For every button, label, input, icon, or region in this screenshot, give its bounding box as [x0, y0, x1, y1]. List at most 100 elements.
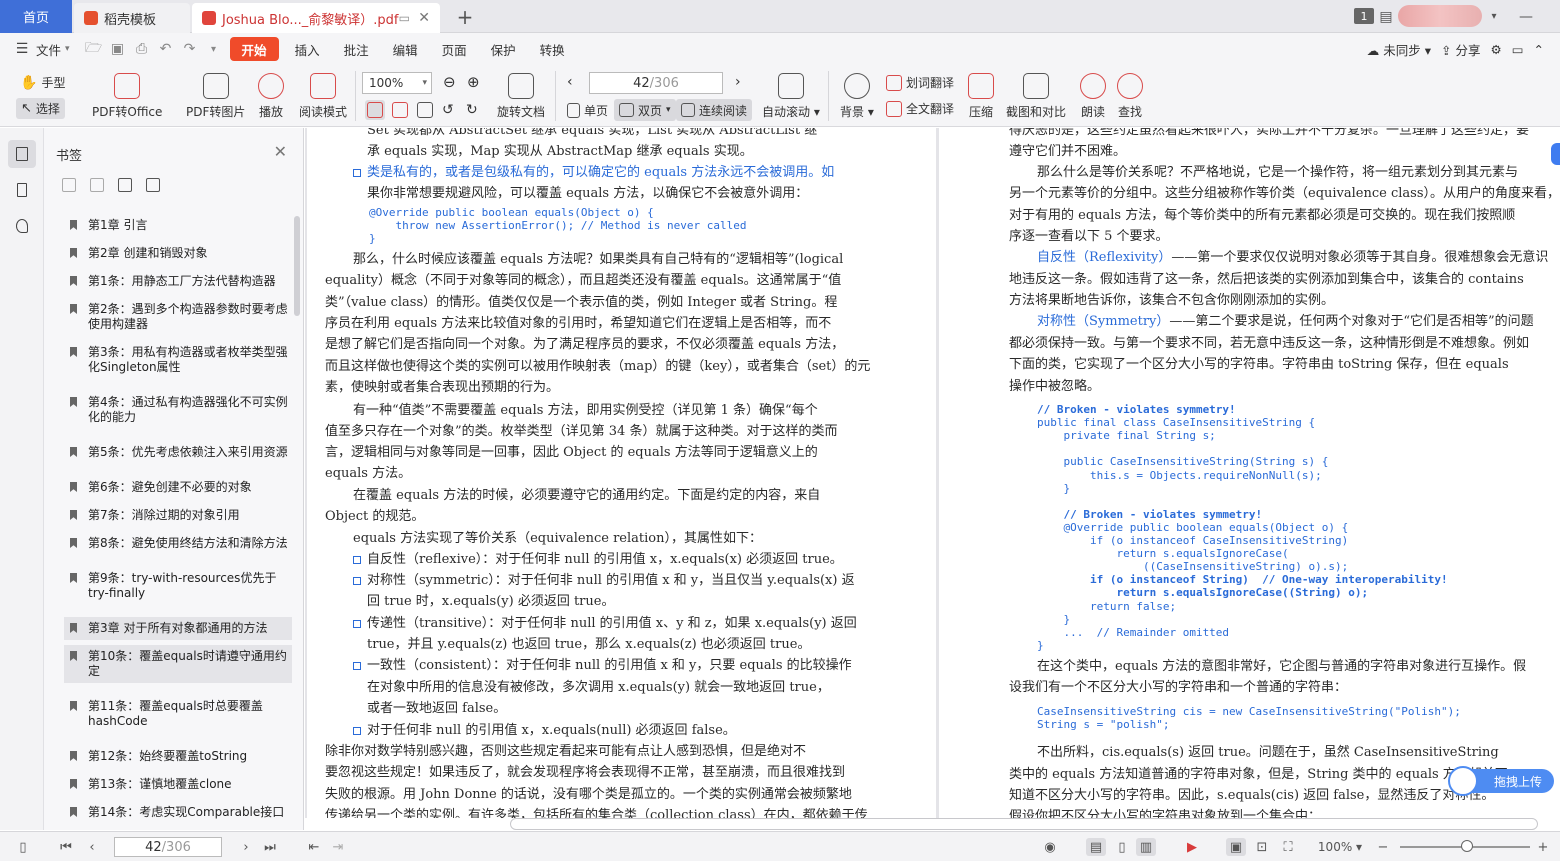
- back-icon[interactable]: ⇤: [306, 838, 322, 856]
- save-icon[interactable]: ▣: [106, 37, 130, 61]
- comment-icon[interactable]: ▭: [1512, 42, 1524, 57]
- fit-page-icon[interactable]: ⊡: [1252, 838, 1272, 856]
- last-page-icon[interactable]: ⏭: [262, 838, 278, 856]
- side-tool-tab[interactable]: [1551, 143, 1560, 165]
- bookmark-item[interactable]: 第3条：用私有构造器或者枚举类型强化Singleton属性: [64, 341, 292, 379]
- hand-tool[interactable]: ✋ 手型: [20, 74, 65, 91]
- cloud-upload-icon[interactable]: [1448, 766, 1478, 796]
- quick-access-menu-icon[interactable]: ▾: [202, 37, 226, 61]
- play-icon[interactable]: ▶: [1182, 838, 1202, 856]
- menu-file[interactable]: 文件 ▾: [34, 37, 82, 61]
- bookmark-item[interactable]: 第10条：覆盖equals时请遵守通用约定: [64, 645, 292, 683]
- pdf-to-image-button[interactable]: PDF转图片: [186, 73, 245, 120]
- bookmark-item[interactable]: 第1章 引言: [64, 214, 292, 237]
- bookmark-item[interactable]: 第2章 创建和销毁对象: [64, 242, 292, 265]
- window-layout-icon[interactable]: ▤: [1378, 0, 1394, 33]
- annotation-panel-button[interactable]: [8, 212, 36, 240]
- menu-protect[interactable]: 保护: [479, 37, 528, 61]
- single-page-view-icon[interactable]: ▤: [1086, 838, 1106, 856]
- bookmark-item[interactable]: 第4条：通过私有构造器强化不可实例化的能力: [64, 391, 292, 429]
- rotate-right-icon[interactable]: ↻: [466, 102, 478, 118]
- bookmark-item[interactable]: 第6条：避免创建不必要的对象: [64, 476, 292, 499]
- read-mode-button[interactable]: 阅读模式: [299, 73, 347, 120]
- status-zoom[interactable]: 100% ▾: [1316, 838, 1364, 856]
- menu-page[interactable]: 页面: [430, 37, 479, 61]
- zoom-out-icon[interactable]: −: [1376, 838, 1390, 856]
- bookmark-item[interactable]: 第14条：考虑实现Comparable接口: [64, 801, 292, 824]
- bookmark-panel-button[interactable]: [8, 140, 36, 168]
- bookmark-item[interactable]: 第9条：try-with-resources优先于try-finally: [64, 567, 292, 605]
- next-page-icon[interactable]: ›: [238, 838, 254, 856]
- status-page-input[interactable]: 42/306: [114, 837, 222, 857]
- fit-page-button[interactable]: [392, 102, 408, 118]
- menu-start[interactable]: 开始: [229, 37, 279, 61]
- menu-annotate[interactable]: 批注: [332, 37, 381, 61]
- bookmark-options-icon[interactable]: [146, 178, 160, 192]
- bookmark-item[interactable]: 第5条：优先考虑依赖注入来引用资源: [64, 441, 292, 464]
- zoom-slider-knob[interactable]: [1461, 840, 1473, 852]
- sync-status[interactable]: ☁ 未同步 ▾: [1367, 40, 1431, 59]
- continuous-read-toggle[interactable]: 连续阅读: [676, 99, 753, 121]
- double-page-view-icon[interactable]: ▥: [1136, 838, 1156, 856]
- eye-protect-icon[interactable]: ◉: [1040, 838, 1060, 856]
- open-folder-icon[interactable]: 🗁: [82, 37, 106, 61]
- forward-icon[interactable]: ⇥: [330, 838, 346, 856]
- auto-scroll-button[interactable]: 自动滚动 ▾: [762, 73, 820, 120]
- prev-page-icon[interactable]: ‹: [84, 838, 100, 856]
- zoom-out-icon[interactable]: ⊖: [443, 73, 456, 91]
- menu-insert[interactable]: 插入: [283, 37, 332, 61]
- background-button[interactable]: 背景 ▾: [840, 73, 874, 120]
- sidebar-toggle-icon[interactable]: ▯: [14, 838, 32, 856]
- tab-templates[interactable]: 稻壳模板: [74, 3, 190, 33]
- print-icon[interactable]: ⎙: [130, 37, 154, 61]
- redo-icon[interactable]: ↷: [178, 37, 202, 61]
- read-aloud-button[interactable]: 朗读: [1080, 73, 1106, 120]
- bookmark-item[interactable]: 第11条：覆盖equals时总要覆盖hashCode: [64, 695, 292, 733]
- expand-all-icon[interactable]: [62, 178, 76, 192]
- rotate-left-icon[interactable]: ↺: [442, 102, 454, 118]
- bookmark-item[interactable]: 第12条：始终要覆盖toString: [64, 745, 292, 768]
- hamburger-icon[interactable]: ☰: [10, 37, 34, 61]
- prev-page-icon[interactable]: ‹: [567, 74, 573, 90]
- bookmark-item[interactable]: 第7条：消除过期的对象引用: [64, 504, 292, 527]
- tab-home[interactable]: 首页: [0, 0, 72, 33]
- page-number-input[interactable]: 42/306: [589, 72, 723, 94]
- close-icon[interactable]: ✕: [274, 142, 287, 161]
- bookmark-item[interactable]: 第1条：用静态工厂方法代替构造器: [64, 270, 292, 293]
- share-button[interactable]: ⇪ 分享: [1441, 40, 1480, 59]
- horizontal-scrollbar[interactable]: [510, 818, 1538, 830]
- first-page-icon[interactable]: ⏮: [58, 838, 74, 856]
- add-bookmark-icon[interactable]: [118, 178, 132, 192]
- zoom-select[interactable]: 100% ▾: [362, 72, 432, 94]
- next-page-icon[interactable]: ›: [735, 74, 741, 90]
- single-page-toggle[interactable]: 单页: [562, 99, 613, 121]
- bookmark-item[interactable]: 第3章 对于所有对象都通用的方法: [64, 617, 292, 640]
- compress-button[interactable]: 压缩: [968, 73, 994, 120]
- fullscreen-icon[interactable]: ⛶: [1278, 838, 1298, 856]
- actual-size-button[interactable]: [365, 100, 385, 120]
- thumbnail-panel-button[interactable]: [8, 176, 36, 204]
- tab-minimize-icon[interactable]: ▭: [399, 11, 410, 25]
- menu-convert[interactable]: 转换: [528, 37, 577, 61]
- tab-close-icon[interactable]: ✕: [418, 10, 430, 26]
- user-avatar[interactable]: [1398, 5, 1482, 27]
- zoom-in-icon[interactable]: +: [1536, 838, 1550, 856]
- bookmark-item[interactable]: 第8条：避免使用终结方法和清除方法: [64, 532, 292, 555]
- page-view-icon[interactable]: ▯: [1112, 838, 1132, 856]
- zoom-in-icon[interactable]: ⊕: [467, 73, 480, 91]
- actual-size-icon[interactable]: ▣: [1226, 838, 1246, 856]
- tab-document[interactable]: Joshua Blo..._俞黎敏译）.pdf ▭ ✕: [192, 3, 440, 33]
- word-translate-button[interactable]: 划词翻译: [886, 74, 954, 91]
- menu-edit[interactable]: 编辑: [381, 37, 430, 61]
- full-translate-button[interactable]: 全文翻译: [886, 100, 954, 117]
- double-page-toggle[interactable]: 双页 ▾: [614, 99, 676, 121]
- window-count-badge[interactable]: 1: [1354, 8, 1374, 24]
- bookmark-scrollbar[interactable]: [294, 216, 300, 316]
- bookmark-item[interactable]: 第2条：遇到多个构造器参数时要考虑使用构建器: [64, 298, 292, 336]
- fit-width-button[interactable]: [417, 102, 433, 118]
- play-button[interactable]: 播放: [258, 73, 284, 120]
- undo-icon[interactable]: ↶: [154, 37, 178, 61]
- minimize-icon[interactable]: —: [1518, 0, 1534, 33]
- bookmark-item[interactable]: 第13条：谨慎地覆盖clone: [64, 773, 292, 796]
- settings-icon[interactable]: ⚙: [1490, 42, 1501, 57]
